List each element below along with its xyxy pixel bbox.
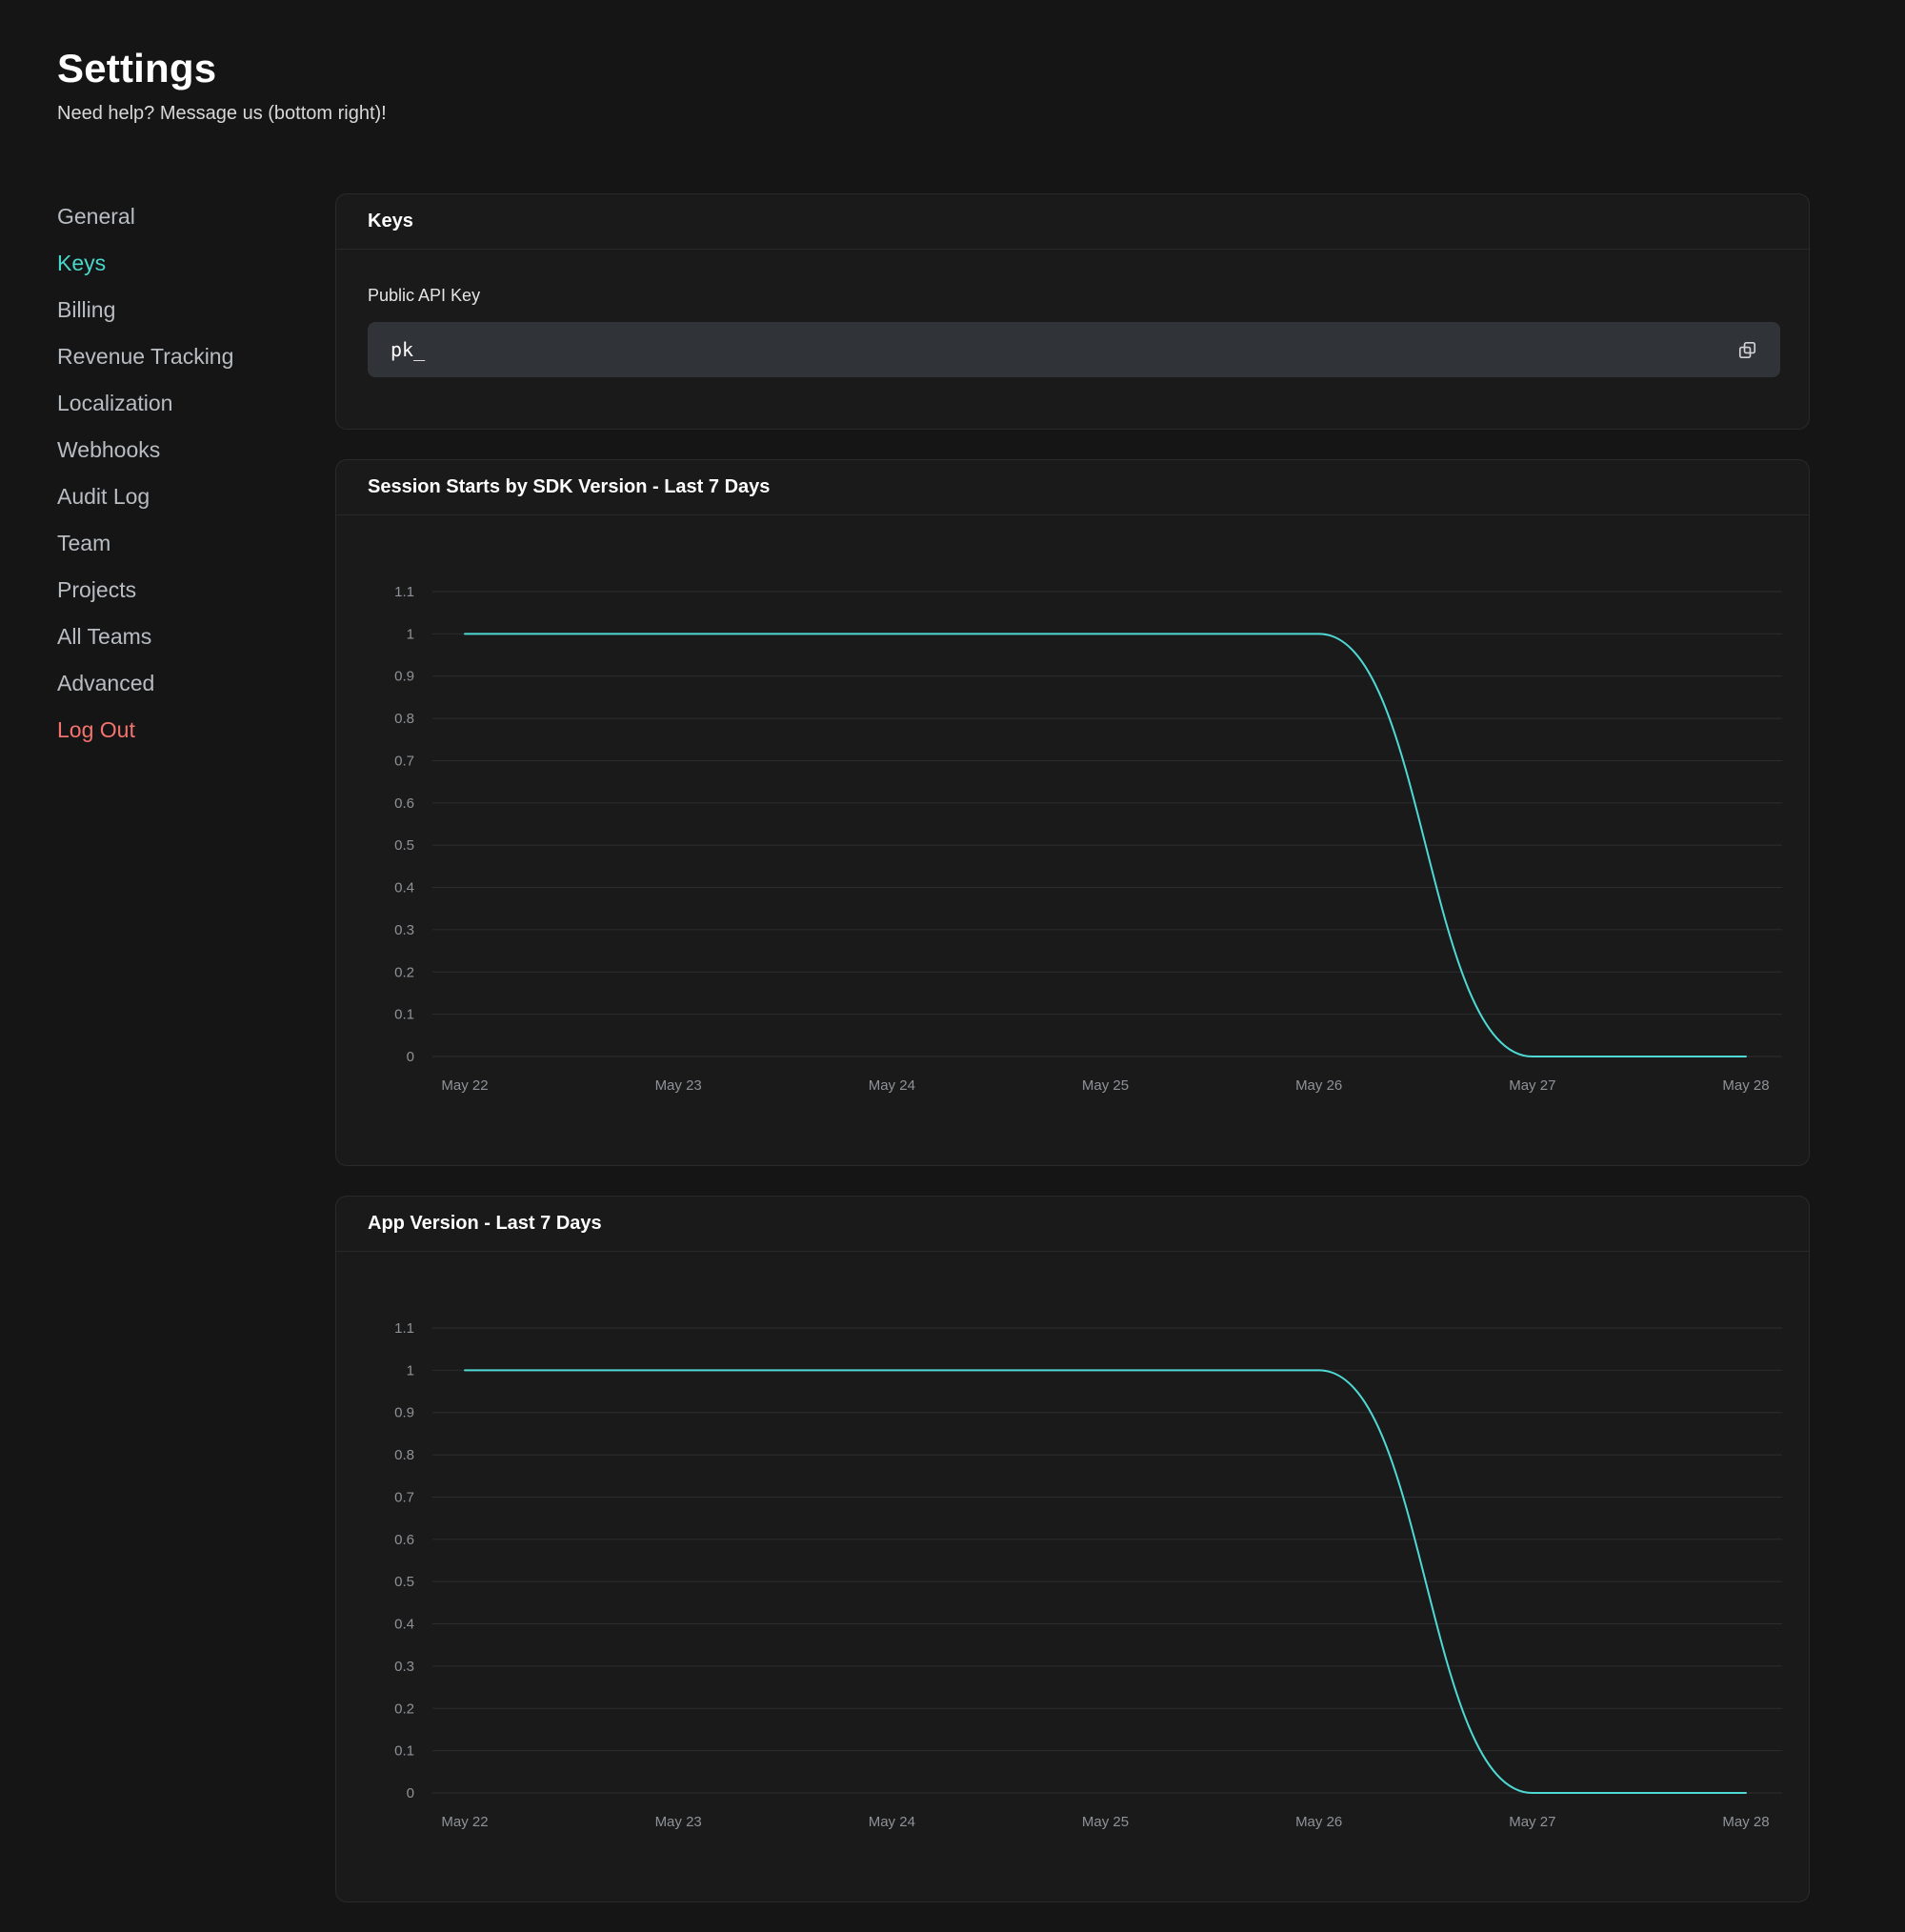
svg-text:0.2: 0.2 — [394, 1701, 414, 1717]
sidebar-item-general[interactable]: General — [57, 193, 335, 240]
svg-text:May 25: May 25 — [1082, 1814, 1129, 1830]
sidebar-item-advanced[interactable]: Advanced — [57, 660, 335, 707]
svg-text:0: 0 — [407, 1049, 414, 1065]
svg-text:May 28: May 28 — [1722, 1077, 1769, 1094]
svg-text:0.3: 0.3 — [394, 922, 414, 938]
sidebar-item-webhooks[interactable]: Webhooks — [57, 427, 335, 473]
line-chart: 1.1 1 0.9 0.8 0.7 0.6 0.5 0.4 0.3 0.2 0.1 0 May 22 Ma… — [336, 1252, 1809, 1902]
svg-text:0.1: 0.1 — [394, 1743, 414, 1760]
svg-text:0.7: 0.7 — [394, 753, 414, 769]
svg-text:May 27: May 27 — [1509, 1814, 1555, 1830]
svg-text:1: 1 — [407, 1362, 414, 1379]
svg-text:May 28: May 28 — [1722, 1814, 1769, 1830]
svg-text:0.8: 0.8 — [394, 1447, 414, 1463]
svg-text:0.6: 0.6 — [394, 1532, 414, 1548]
svg-text:1: 1 — [407, 626, 414, 642]
main-content: Keys Public API Key — [335, 193, 1810, 1932]
sidebar: General Keys Billing Revenue Tracking Lo… — [57, 193, 335, 754]
svg-text:0.9: 0.9 — [394, 669, 414, 685]
sidebar-item-audit-log[interactable]: Audit Log — [57, 473, 335, 520]
sidebar-item-projects[interactable]: Projects — [57, 567, 335, 614]
sidebar-item-revenue-tracking[interactable]: Revenue Tracking — [57, 333, 335, 380]
line-chart: 1.1 1 0.9 0.8 0.7 0.6 0.5 0.4 0.3 0.2 0.1 0 May 22 Ma… — [336, 515, 1809, 1165]
svg-text:1.1: 1.1 — [394, 584, 414, 600]
svg-text:0.1: 0.1 — [394, 1007, 414, 1023]
svg-text:0.5: 0.5 — [394, 1574, 414, 1590]
svg-text:0.3: 0.3 — [394, 1659, 414, 1675]
page-subtitle: Need help? Message us (bottom right)! — [57, 103, 1810, 125]
copy-api-key-button[interactable] — [1731, 333, 1763, 366]
sdk-version-chart-title: Session Starts by SDK Version - Last 7 D… — [336, 460, 1809, 515]
svg-text:0.2: 0.2 — [394, 964, 414, 980]
sidebar-item-team[interactable]: Team — [57, 520, 335, 567]
keys-card-body: Public API Key — [336, 250, 1809, 429]
svg-text:0.5: 0.5 — [394, 837, 414, 854]
app-version-chart: 1.1 1 0.9 0.8 0.7 0.6 0.5 0.4 0.3 0.2 0.1 0 May 22 Ma… — [336, 1252, 1809, 1902]
sidebar-item-all-teams[interactable]: All Teams — [57, 614, 335, 660]
sidebar-item-keys[interactable]: Keys — [57, 240, 335, 287]
svg-text:May 22: May 22 — [441, 1814, 488, 1830]
svg-text:0.4: 0.4 — [394, 880, 414, 896]
svg-text:0.7: 0.7 — [394, 1489, 414, 1505]
svg-text:1.1: 1.1 — [394, 1320, 414, 1337]
svg-text:0: 0 — [407, 1785, 414, 1801]
keys-card: Keys Public API Key — [335, 193, 1810, 430]
public-api-key-field-wrap — [368, 322, 1780, 377]
page-header: Settings Need help? Message us (bottom r… — [57, 46, 1810, 125]
svg-text:May 23: May 23 — [655, 1814, 702, 1830]
layout: General Keys Billing Revenue Tracking Lo… — [57, 193, 1810, 1932]
sdk-version-chart: 1.1 1 0.9 0.8 0.7 0.6 0.5 0.4 0.3 0.2 0.1 0 May 22 Ma… — [336, 515, 1809, 1165]
svg-text:May 22: May 22 — [441, 1077, 488, 1094]
public-api-key-input[interactable] — [368, 322, 1780, 377]
copy-icon — [1738, 341, 1756, 359]
sidebar-item-billing[interactable]: Billing — [57, 287, 335, 333]
svg-text:May 23: May 23 — [655, 1077, 702, 1094]
svg-text:0.9: 0.9 — [394, 1405, 414, 1421]
svg-text:0.6: 0.6 — [394, 795, 414, 812]
settings-page: Settings Need help? Message us (bottom r… — [0, 0, 1905, 1680]
sidebar-item-log-out[interactable]: Log Out — [57, 707, 335, 754]
svg-text:0.4: 0.4 — [394, 1617, 414, 1633]
app-version-chart-title: App Version - Last 7 Days — [336, 1197, 1809, 1252]
page-title: Settings — [57, 46, 1810, 91]
keys-card-title: Keys — [336, 194, 1809, 250]
svg-text:May 24: May 24 — [869, 1077, 915, 1094]
public-api-key-label: Public API Key — [368, 284, 1780, 307]
svg-text:May 27: May 27 — [1509, 1077, 1555, 1094]
sidebar-item-localization[interactable]: Localization — [57, 380, 335, 427]
svg-text:May 26: May 26 — [1295, 1814, 1342, 1830]
sdk-version-chart-card: Session Starts by SDK Version - Last 7 D… — [335, 459, 1810, 1166]
svg-text:May 25: May 25 — [1082, 1077, 1129, 1094]
svg-text:0.8: 0.8 — [394, 711, 414, 727]
svg-text:May 26: May 26 — [1295, 1077, 1342, 1094]
app-version-chart-card: App Version - Last 7 Days 1.1 1 0.9 0.8 0.7 0… — [335, 1196, 1810, 1902]
svg-text:May 24: May 24 — [869, 1814, 915, 1830]
